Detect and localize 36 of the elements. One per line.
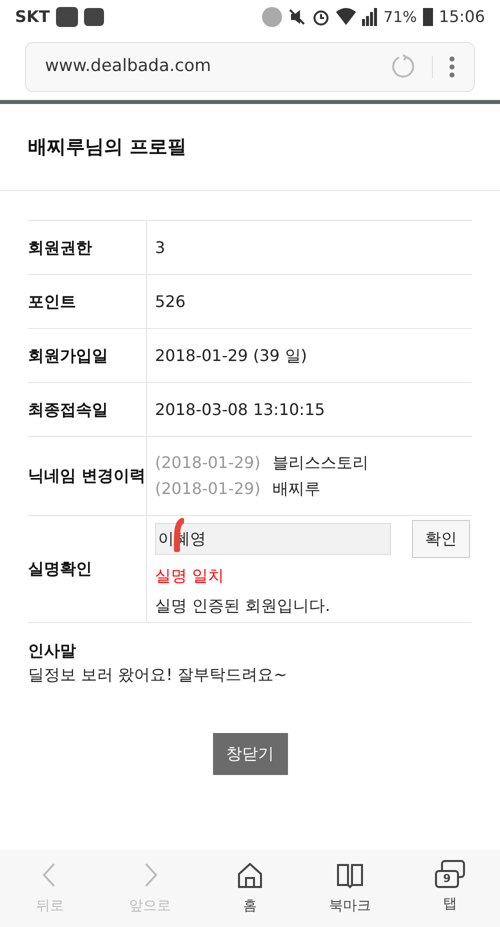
alarm-icon	[312, 8, 330, 26]
change-date: (2018-01-29)	[155, 478, 260, 500]
battery-icon	[422, 8, 433, 26]
wifi-icon	[336, 8, 356, 26]
field-value: 2018-03-08 13:10:15	[155, 398, 325, 420]
field-label: 실명확인	[28, 558, 93, 580]
confirm-button[interactable]: 확인	[412, 520, 470, 558]
field-label: 최종접속일	[28, 398, 109, 420]
match-result: 실명 일치	[155, 565, 226, 587]
more-icon[interactable]	[449, 56, 455, 78]
clock: 15:06	[438, 6, 485, 28]
home-icon	[235, 860, 265, 890]
field-value: 2018-01-29 (39 일)	[155, 344, 307, 366]
greeting-label: 인사말	[28, 640, 77, 662]
profile-title: 배찌루님의 프로필	[28, 134, 187, 160]
url-text: www.dealbada.com	[45, 55, 212, 78]
field-label: 포인트	[28, 290, 77, 312]
mute-icon	[288, 8, 306, 26]
address-bar[interactable]: www.dealbada.com	[25, 42, 475, 92]
nav-button[interactable]: 홈	[200, 860, 300, 917]
nav-button[interactable]: 9 탭	[400, 860, 500, 915]
nav-button[interactable]: 북마크	[300, 860, 400, 917]
carrier: SKT	[15, 6, 50, 28]
change-date: (2018-01-29)	[155, 452, 260, 474]
field-label: 회원가입일	[28, 344, 109, 366]
greeting-text: 딜정보 보러 왔어요! 잘부탁드려요~	[28, 664, 288, 686]
close-button[interactable]: 창닫기	[212, 733, 288, 775]
nickname: 블리스스토리	[272, 452, 368, 474]
field-value: 526	[155, 290, 186, 312]
field-label: 회원권한	[28, 236, 93, 258]
signal-icon	[362, 8, 378, 26]
field-value: 3	[155, 236, 166, 258]
nickname: 배찌루	[272, 478, 320, 500]
battery-level: 71%	[384, 6, 417, 28]
verified-note: 실명 인증된 회원입니다.	[155, 595, 332, 617]
field-label: 닉네임 변경이력	[28, 465, 146, 487]
